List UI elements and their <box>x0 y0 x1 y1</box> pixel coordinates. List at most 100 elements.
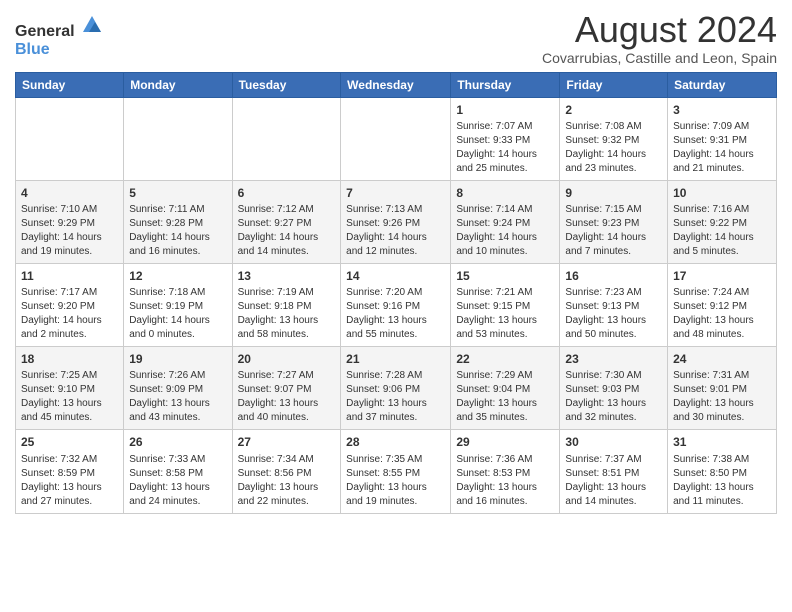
calendar-cell: 10 Sunrise: 7:16 AM Sunset: 9:22 PM Dayli… <box>668 180 777 263</box>
cell-content: Sunrise: 7:09 AM Sunset: 9:31 PM Dayligh… <box>673 120 771 176</box>
calendar-week-row: 25 Sunrise: 7:32 AM Sunset: 8:59 PM Dayli… <box>16 430 777 513</box>
weekday-header: Thursday <box>451 72 560 97</box>
logo-blue: Blue <box>15 41 50 58</box>
day-number: 2 <box>565 102 662 118</box>
logo-icon <box>81 14 103 36</box>
calendar-cell: 7 Sunrise: 7:13 AM Sunset: 9:26 PM Daylig… <box>341 180 451 263</box>
cell-content: Sunrise: 7:30 AM Sunset: 9:03 PM Dayligh… <box>565 369 662 425</box>
cell-content: Sunrise: 7:37 AM Sunset: 8:51 PM Dayligh… <box>565 453 662 509</box>
logo: General Blue <box>15 14 103 59</box>
calendar-cell: 5 Sunrise: 7:11 AM Sunset: 9:28 PM Daylig… <box>124 180 232 263</box>
day-number: 22 <box>456 351 554 367</box>
day-number: 7 <box>346 185 445 201</box>
day-number: 13 <box>238 268 336 284</box>
calendar-cell: 1Sunrise: 7:07 AM Sunset: 9:33 PM Daylig… <box>451 97 560 180</box>
cell-content: Sunrise: 7:36 AM Sunset: 8:53 PM Dayligh… <box>456 453 554 509</box>
cell-content: Sunrise: 7:24 AM Sunset: 9:12 PM Dayligh… <box>673 286 771 342</box>
weekday-header: Wednesday <box>341 72 451 97</box>
day-number: 26 <box>129 434 226 450</box>
day-number: 21 <box>346 351 445 367</box>
cell-content: Sunrise: 7:13 AM Sunset: 9:26 PM Dayligh… <box>346 203 445 259</box>
cell-content: Sunrise: 7:32 AM Sunset: 8:59 PM Dayligh… <box>21 453 118 509</box>
day-number: 5 <box>129 185 226 201</box>
calendar-cell: 8Sunrise: 7:14 AM Sunset: 9:24 PM Daylig… <box>451 180 560 263</box>
cell-content: Sunrise: 7:12 AM Sunset: 9:27 PM Dayligh… <box>238 203 336 259</box>
cell-content: Sunrise: 7:08 AM Sunset: 9:32 PM Dayligh… <box>565 120 662 176</box>
day-number: 3 <box>673 102 771 118</box>
cell-content: Sunrise: 7:18 AM Sunset: 9:19 PM Dayligh… <box>129 286 226 342</box>
calendar-header-row: SundayMondayTuesdayWednesdayThursdayFrid… <box>16 72 777 97</box>
calendar-cell: 20 Sunrise: 7:27 AM Sunset: 9:07 PM Dayli… <box>232 347 341 430</box>
calendar-cell: 2 Sunrise: 7:08 AM Sunset: 9:32 PM Daylig… <box>560 97 668 180</box>
calendar-cell: 12Sunrise: 7:18 AM Sunset: 9:19 PM Dayli… <box>124 263 232 346</box>
subtitle: Covarrubias, Castille and Leon, Spain <box>542 50 777 66</box>
calendar-cell: 6 Sunrise: 7:12 AM Sunset: 9:27 PM Daylig… <box>232 180 341 263</box>
calendar-week-row: 1Sunrise: 7:07 AM Sunset: 9:33 PM Daylig… <box>16 97 777 180</box>
month-title: August 2024 <box>542 10 777 50</box>
day-number: 9 <box>565 185 662 201</box>
calendar-cell: 24 Sunrise: 7:31 AM Sunset: 9:01 PM Dayli… <box>668 347 777 430</box>
cell-content: Sunrise: 7:15 AM Sunset: 9:23 PM Dayligh… <box>565 203 662 259</box>
calendar-cell: 3 Sunrise: 7:09 AM Sunset: 9:31 PM Daylig… <box>668 97 777 180</box>
calendar-cell: 18Sunrise: 7:25 AM Sunset: 9:10 PM Dayli… <box>16 347 124 430</box>
cell-content: Sunrise: 7:17 AM Sunset: 9:20 PM Dayligh… <box>21 286 118 342</box>
day-number: 17 <box>673 268 771 284</box>
calendar-cell: 29 Sunrise: 7:36 AM Sunset: 8:53 PM Dayli… <box>451 430 560 513</box>
cell-content: Sunrise: 7:27 AM Sunset: 9:07 PM Dayligh… <box>238 369 336 425</box>
weekday-header: Saturday <box>668 72 777 97</box>
day-number: 27 <box>238 434 336 450</box>
calendar-cell: 13 Sunrise: 7:19 AM Sunset: 9:18 PM Dayli… <box>232 263 341 346</box>
calendar-cell: 27Sunrise: 7:34 AM Sunset: 8:56 PM Dayli… <box>232 430 341 513</box>
calendar-cell: 28 Sunrise: 7:35 AM Sunset: 8:55 PM Dayli… <box>341 430 451 513</box>
day-number: 16 <box>565 268 662 284</box>
day-number: 20 <box>238 351 336 367</box>
day-number: 1 <box>456 102 554 118</box>
title-area: August 2024 Covarrubias, Castille and Le… <box>542 10 777 66</box>
cell-content: Sunrise: 7:38 AM Sunset: 8:50 PM Dayligh… <box>673 453 771 509</box>
cell-content: Sunrise: 7:35 AM Sunset: 8:55 PM Dayligh… <box>346 453 445 509</box>
cell-content: Sunrise: 7:21 AM Sunset: 9:15 PM Dayligh… <box>456 286 554 342</box>
day-number: 23 <box>565 351 662 367</box>
calendar-cell: 15 Sunrise: 7:21 AM Sunset: 9:15 PM Dayli… <box>451 263 560 346</box>
day-number: 14 <box>346 268 445 284</box>
day-number: 6 <box>238 185 336 201</box>
calendar-cell: 30Sunrise: 7:37 AM Sunset: 8:51 PM Dayli… <box>560 430 668 513</box>
day-number: 10 <box>673 185 771 201</box>
day-number: 19 <box>129 351 226 367</box>
cell-content: Sunrise: 7:11 AM Sunset: 9:28 PM Dayligh… <box>129 203 226 259</box>
day-number: 24 <box>673 351 771 367</box>
cell-content: Sunrise: 7:31 AM Sunset: 9:01 PM Dayligh… <box>673 369 771 425</box>
cell-content: Sunrise: 7:10 AM Sunset: 9:29 PM Dayligh… <box>21 203 118 259</box>
cell-content: Sunrise: 7:26 AM Sunset: 9:09 PM Dayligh… <box>129 369 226 425</box>
cell-content: Sunrise: 7:16 AM Sunset: 9:22 PM Dayligh… <box>673 203 771 259</box>
cell-content: Sunrise: 7:29 AM Sunset: 9:04 PM Dayligh… <box>456 369 554 425</box>
calendar-cell <box>124 97 232 180</box>
calendar-cell <box>341 97 451 180</box>
calendar-week-row: 18Sunrise: 7:25 AM Sunset: 9:10 PM Dayli… <box>16 347 777 430</box>
day-number: 29 <box>456 434 554 450</box>
day-number: 11 <box>21 268 118 284</box>
cell-content: Sunrise: 7:14 AM Sunset: 9:24 PM Dayligh… <box>456 203 554 259</box>
logo-general: General <box>15 23 75 40</box>
cell-content: Sunrise: 7:23 AM Sunset: 9:13 PM Dayligh… <box>565 286 662 342</box>
weekday-header: Sunday <box>16 72 124 97</box>
header: General Blue August 2024 Covarrubias, Ca… <box>15 10 777 66</box>
cell-content: Sunrise: 7:33 AM Sunset: 8:58 PM Dayligh… <box>129 453 226 509</box>
calendar-cell: 21Sunrise: 7:28 AM Sunset: 9:06 PM Dayli… <box>341 347 451 430</box>
cell-content: Sunrise: 7:19 AM Sunset: 9:18 PM Dayligh… <box>238 286 336 342</box>
day-number: 28 <box>346 434 445 450</box>
cell-content: Sunrise: 7:20 AM Sunset: 9:16 PM Dayligh… <box>346 286 445 342</box>
calendar-week-row: 4 Sunrise: 7:10 AM Sunset: 9:29 PM Daylig… <box>16 180 777 263</box>
calendar-cell: 25 Sunrise: 7:32 AM Sunset: 8:59 PM Dayli… <box>16 430 124 513</box>
calendar-cell: 19 Sunrise: 7:26 AM Sunset: 9:09 PM Dayli… <box>124 347 232 430</box>
day-number: 18 <box>21 351 118 367</box>
calendar-cell: 16 Sunrise: 7:23 AM Sunset: 9:13 PM Dayli… <box>560 263 668 346</box>
day-number: 31 <box>673 434 771 450</box>
calendar-cell: 14 Sunrise: 7:20 AM Sunset: 9:16 PM Dayli… <box>341 263 451 346</box>
weekday-header: Monday <box>124 72 232 97</box>
day-number: 25 <box>21 434 118 450</box>
calendar-cell: 22 Sunrise: 7:29 AM Sunset: 9:04 PM Dayli… <box>451 347 560 430</box>
calendar-cell: 4 Sunrise: 7:10 AM Sunset: 9:29 PM Daylig… <box>16 180 124 263</box>
day-number: 15 <box>456 268 554 284</box>
day-number: 4 <box>21 185 118 201</box>
